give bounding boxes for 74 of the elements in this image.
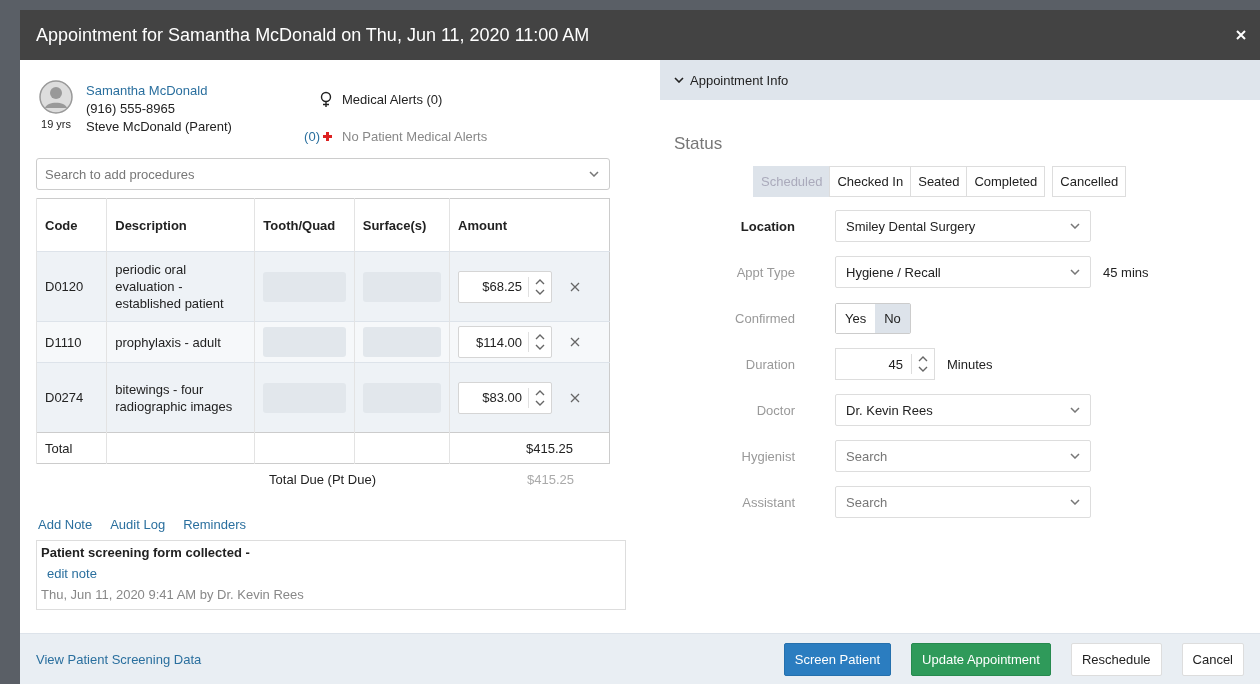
field-label: Confirmed: [734, 310, 796, 326]
caret-icon: [1070, 499, 1080, 505]
section-title: Appointment Info: [690, 72, 789, 88]
procedure-code: D0274: [45, 390, 84, 405]
guardian-name: Steve McDonald (Parent): [86, 119, 233, 134]
note-meta: Thu, Jun 11, 2020 9:41 AM by Dr. Kevin Rees: [41, 587, 305, 602]
caret-icon: [1070, 269, 1080, 275]
dialog-title: Appointment for Samantha McDonald on Thu, Jun 11, 2020 11:00 AM: [36, 24, 590, 46]
total-due-label: Total Due (Pt Due): [268, 472, 376, 487]
note-text: Patient screening form collected -: [41, 545, 251, 560]
status-option[interactable]: Cancelled: [1052, 166, 1127, 197]
amount-field[interactable]: $68.25: [458, 270, 552, 303]
column-header: Amount: [458, 217, 508, 233]
remove-icon[interactable]: [570, 337, 580, 347]
age-label: 19 yrs: [41, 118, 71, 130]
procedure-search-field[interactable]: Search to add procedures: [36, 158, 610, 190]
medical-alerts-label: Medical Alerts (0): [342, 92, 444, 108]
field-label: Doctor: [755, 402, 796, 418]
edit-note-link[interactable]: edit note: [47, 566, 97, 581]
field-label: Duration: [744, 356, 796, 372]
status-option[interactable]: Seated: [910, 166, 968, 197]
total-label: Total: [45, 440, 73, 456]
remove-icon[interactable]: [570, 281, 580, 292]
action-button[interactable]: Screen Patient: [783, 642, 892, 676]
avatar-icon: [39, 80, 73, 114]
caret-icon: [1070, 407, 1080, 413]
status-option[interactable]: Completed: [966, 166, 1046, 197]
note-action-link[interactable]: Reminders: [183, 517, 246, 532]
column-header: Tooth/Quad: [263, 217, 336, 233]
caret-icon: [589, 171, 599, 177]
caret-icon: [1070, 453, 1080, 459]
dropdown-field[interactable]: Dr. Kevin Rees: [835, 394, 1091, 426]
field-label: Assistant: [741, 494, 796, 510]
number-field[interactable]: 45: [835, 348, 935, 380]
total-due-amount: $415.25: [526, 472, 575, 487]
patient-phone: (916) 555-8965: [86, 101, 176, 116]
note-action-link[interactable]: Add Note: [38, 517, 93, 532]
procedure-description: bitewings - four radiographic images: [115, 381, 233, 414]
section-header[interactable]: Appointment Info: [660, 60, 1260, 100]
action-button[interactable]: Update Appointment: [911, 642, 1051, 676]
close-icon[interactable]: [1236, 30, 1246, 40]
note-action-link[interactable]: Audit Log: [110, 517, 166, 532]
column-header: Surface(s): [362, 217, 427, 233]
total-amount: $415.25: [526, 440, 573, 456]
unit-label: 45 mins: [1103, 264, 1149, 280]
medical-cross-icon: [323, 131, 332, 141]
action-button[interactable]: Cancel: [1181, 642, 1244, 676]
caret-icon: [1070, 223, 1080, 229]
female-icon: [320, 91, 332, 109]
dropdown-field[interactable]: Smiley Dental Surgery: [835, 210, 1091, 242]
alerts-status: No Patient Medical Alerts: [342, 128, 488, 144]
field-label: Hygienist: [740, 448, 796, 464]
procedure-code: D1110: [45, 334, 82, 350]
dropdown-field[interactable]: Search: [835, 440, 1091, 472]
unit-label: Minutes: [947, 356, 993, 372]
column-header: Description: [115, 217, 187, 233]
amount-field[interactable]: $114.00: [458, 326, 552, 358]
patient-name-link[interactable]: Samantha McDonald: [86, 83, 276, 98]
column-header: Code: [45, 217, 78, 233]
procedure-description: periodic oral evaluation - established patient: [115, 262, 224, 311]
procedure-code: D0120: [45, 279, 84, 294]
field-label: Appt Type: [735, 264, 796, 280]
remove-icon[interactable]: [570, 392, 580, 403]
status-label: Status: [674, 134, 724, 154]
amount-field[interactable]: $83.00: [458, 381, 552, 414]
status-option[interactable]: Checked In: [829, 166, 912, 197]
view-screening-link[interactable]: View Patient Screening Data: [36, 651, 202, 667]
dropdown-field[interactable]: Search: [835, 486, 1091, 518]
alert-count-link[interactable]: (0): [304, 128, 320, 144]
toggle-option[interactable]: No: [875, 303, 910, 333]
dropdown-field[interactable]: Hygiene / Recall: [835, 256, 1091, 288]
procedure-description: prophylaxis - adult: [115, 334, 221, 350]
field-label: Location: [739, 218, 796, 234]
action-button[interactable]: Reschedule: [1070, 642, 1162, 676]
